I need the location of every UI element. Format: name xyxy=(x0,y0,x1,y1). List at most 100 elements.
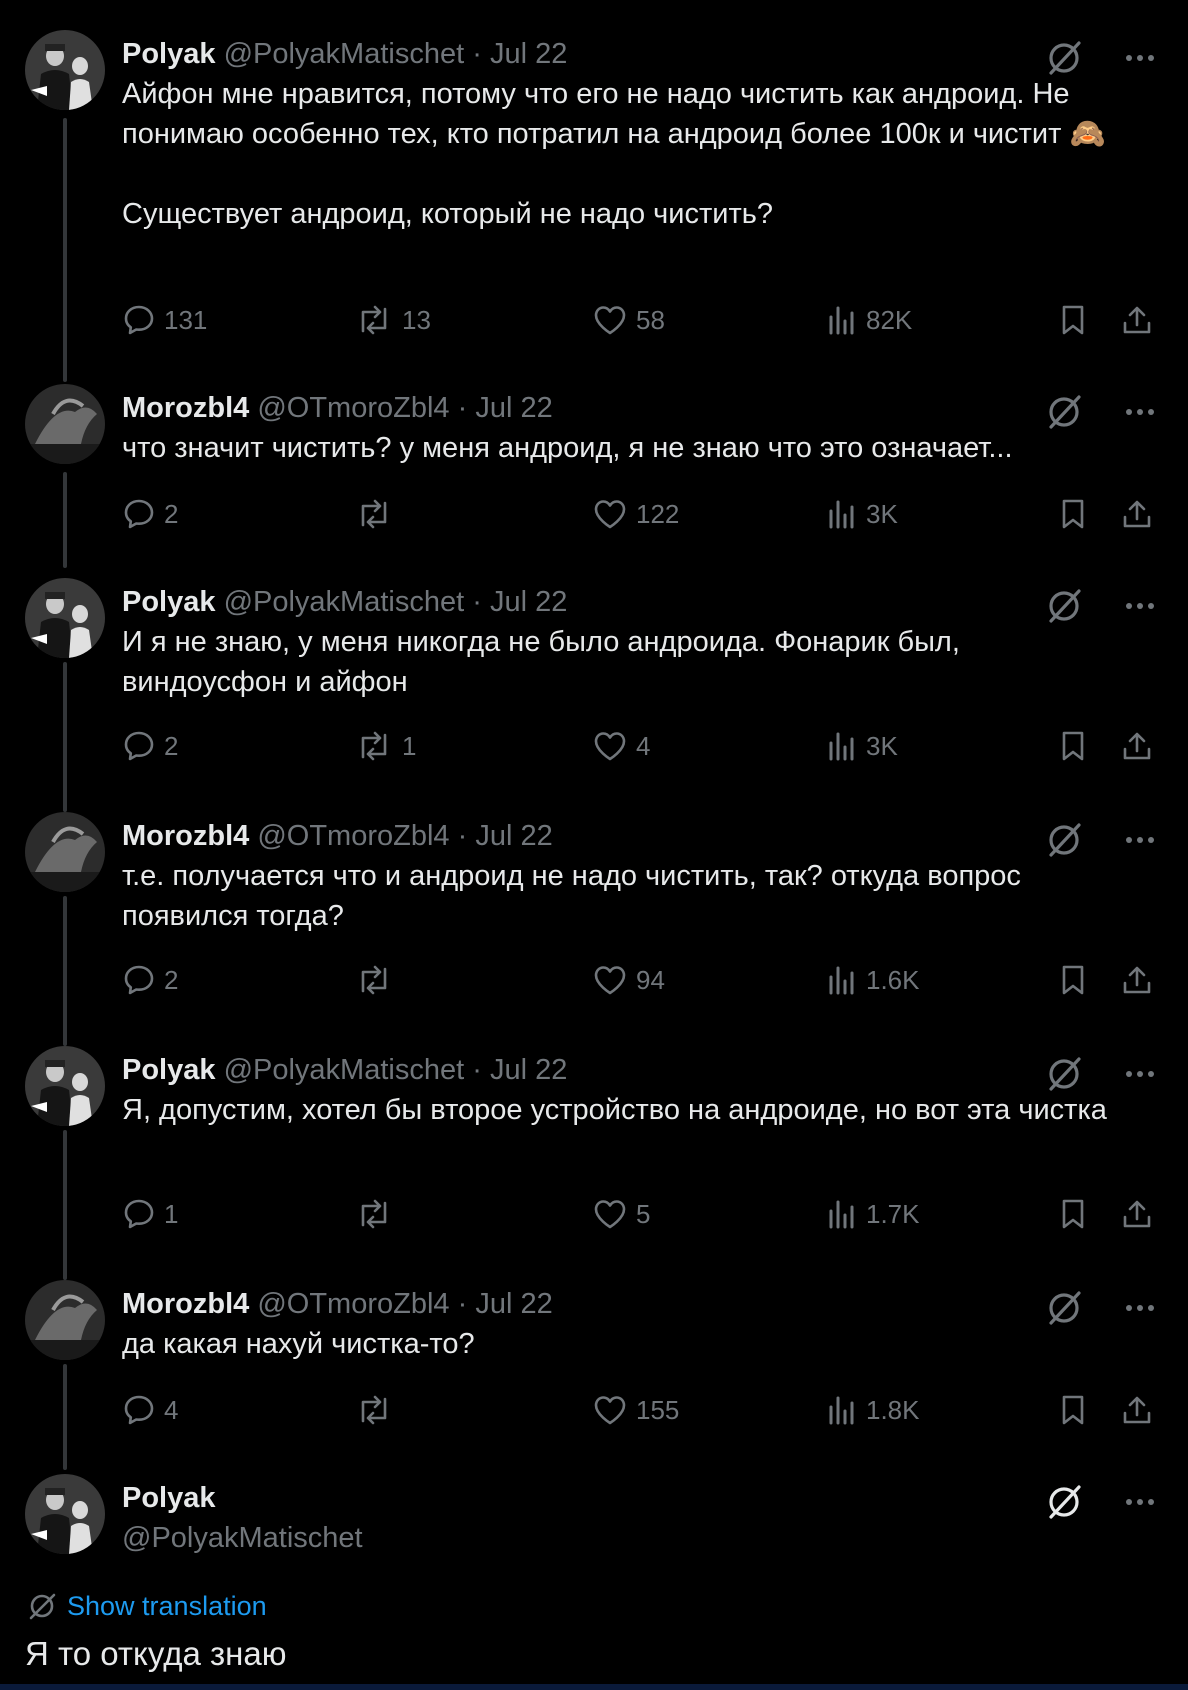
tweet-date[interactable]: Jul 22 xyxy=(475,392,552,424)
more-icon[interactable] xyxy=(1120,586,1160,626)
like-button[interactable]: 4 xyxy=(592,726,650,766)
repost-icon xyxy=(361,305,387,335)
reply-button[interactable]: 131 xyxy=(122,300,207,340)
author-name[interactable]: Polyak xyxy=(122,1480,363,1516)
bookmark-icon[interactable] xyxy=(1057,494,1089,534)
views-button[interactable]: 1.8K xyxy=(826,1390,920,1430)
thread-line xyxy=(63,1364,67,1470)
views-count: 3K xyxy=(866,730,898,761)
author-name[interactable]: Morozbl4 xyxy=(122,820,249,852)
like-icon xyxy=(594,1200,626,1229)
repost-button[interactable] xyxy=(354,1390,402,1430)
like-count: 5 xyxy=(636,1198,651,1229)
thread-line xyxy=(63,662,67,812)
like-button[interactable]: 155 xyxy=(592,1390,679,1430)
repost-button[interactable] xyxy=(354,494,402,534)
tweet-date[interactable]: Jul 22 xyxy=(490,586,567,618)
grok-icon[interactable] xyxy=(1044,1482,1084,1522)
views-count: 3K xyxy=(866,498,898,529)
repost-icon xyxy=(361,965,387,995)
avatar[interactable] xyxy=(25,1046,105,1126)
author-name[interactable]: Polyak xyxy=(122,586,216,618)
bookmark-icon[interactable] xyxy=(1057,1194,1089,1234)
bookmark-icon[interactable] xyxy=(1057,300,1089,340)
avatar[interactable] xyxy=(25,1280,105,1360)
like-button[interactable]: 58 xyxy=(592,300,665,340)
share-icon[interactable] xyxy=(1120,300,1154,340)
avatar[interactable] xyxy=(25,30,105,110)
author-handle[interactable]: @OTmoroZbl4 xyxy=(257,820,449,852)
author-handle[interactable]: @PolyakMatischet xyxy=(224,38,465,70)
reply-count: 2 xyxy=(164,730,179,761)
bookmark-icon[interactable] xyxy=(1057,726,1089,766)
bookmark-icon[interactable] xyxy=(1057,960,1089,1000)
bookmark-icon[interactable] xyxy=(1057,1390,1089,1430)
reply-button[interactable]: 2 xyxy=(122,960,178,1000)
reply-count: 2 xyxy=(164,498,179,529)
views-button[interactable]: 3K xyxy=(826,494,898,534)
grok-icon[interactable] xyxy=(1044,38,1084,78)
more-icon[interactable] xyxy=(1120,1288,1160,1328)
repost-button[interactable]: 1 xyxy=(354,726,416,766)
repost-button[interactable] xyxy=(354,960,402,1000)
repost-icon xyxy=(361,731,387,761)
reply-button[interactable]: 2 xyxy=(122,494,178,534)
tweet-paragraph: Существует андроид, который не надо чист… xyxy=(122,198,773,230)
reply-button[interactable]: 1 xyxy=(122,1194,178,1234)
more-icon[interactable] xyxy=(1120,820,1160,860)
reply-button[interactable]: 4 xyxy=(122,1390,178,1430)
tweet-text: И я не знаю, у меня никогда не было андр… xyxy=(122,622,1122,702)
author-handle[interactable]: @PolyakMatischet xyxy=(224,1054,465,1086)
views-button[interactable]: 1.7K xyxy=(826,1194,920,1234)
author-handle[interactable]: @PolyakMatischet xyxy=(224,586,465,618)
like-button[interactable]: 122 xyxy=(592,494,679,534)
bottom-edge xyxy=(0,1684,1188,1690)
separator: · xyxy=(457,1288,468,1320)
avatar[interactable] xyxy=(25,384,105,464)
author-name[interactable]: Morozbl4 xyxy=(122,1288,249,1320)
thread-line xyxy=(63,1130,67,1280)
views-button[interactable]: 1.6K xyxy=(826,960,920,1000)
views-button[interactable]: 3K xyxy=(826,726,898,766)
show-translation-link[interactable]: Show translation xyxy=(67,1591,267,1622)
share-icon[interactable] xyxy=(1120,1390,1154,1430)
action-bar: 2 122 3K xyxy=(122,494,1162,534)
author-name[interactable]: Polyak xyxy=(122,1054,216,1086)
author-handle[interactable]: @OTmoroZbl4 xyxy=(257,1288,449,1320)
repost-button[interactable] xyxy=(354,1194,402,1234)
more-icon[interactable] xyxy=(1120,1482,1160,1522)
grok-icon[interactable] xyxy=(1044,392,1084,432)
more-icon[interactable] xyxy=(1120,1054,1160,1094)
show-translation-button[interactable]: Show translation xyxy=(27,1588,267,1624)
avatar[interactable] xyxy=(25,812,105,892)
reply-button[interactable]: 2 xyxy=(122,726,178,766)
avatar[interactable] xyxy=(25,1474,105,1554)
author-handle[interactable]: @PolyakMatischet xyxy=(122,1520,363,1556)
grok-icon[interactable] xyxy=(1044,820,1084,860)
grok-icon[interactable] xyxy=(1044,1288,1084,1328)
grok-icon[interactable] xyxy=(1044,586,1084,626)
author-handle[interactable]: @OTmoroZbl4 xyxy=(257,392,449,424)
repost-button[interactable]: 13 xyxy=(354,300,431,340)
more-icon[interactable] xyxy=(1120,38,1160,78)
tweet-date[interactable]: Jul 22 xyxy=(475,1288,552,1320)
like-button[interactable]: 94 xyxy=(592,960,665,1000)
repost-icon xyxy=(361,499,387,529)
views-button[interactable]: 82K xyxy=(826,300,912,340)
repost-count: 1 xyxy=(402,730,417,761)
share-icon[interactable] xyxy=(1120,726,1154,766)
like-count: 122 xyxy=(636,498,680,529)
share-icon[interactable] xyxy=(1120,1194,1154,1234)
tweet-date[interactable]: Jul 22 xyxy=(490,38,567,70)
author-name[interactable]: Polyak xyxy=(122,38,216,70)
tweet-paragraph: И я не знаю, у меня никогда не было андр… xyxy=(122,626,960,698)
tweet-date[interactable]: Jul 22 xyxy=(490,1054,567,1086)
grok-icon[interactable] xyxy=(1044,1054,1084,1094)
author-name[interactable]: Morozbl4 xyxy=(122,392,249,424)
tweet-date[interactable]: Jul 22 xyxy=(475,820,552,852)
avatar[interactable] xyxy=(25,578,105,658)
more-icon[interactable] xyxy=(1120,392,1160,432)
share-icon[interactable] xyxy=(1120,494,1154,534)
share-icon[interactable] xyxy=(1120,960,1154,1000)
like-button[interactable]: 5 xyxy=(592,1194,650,1234)
